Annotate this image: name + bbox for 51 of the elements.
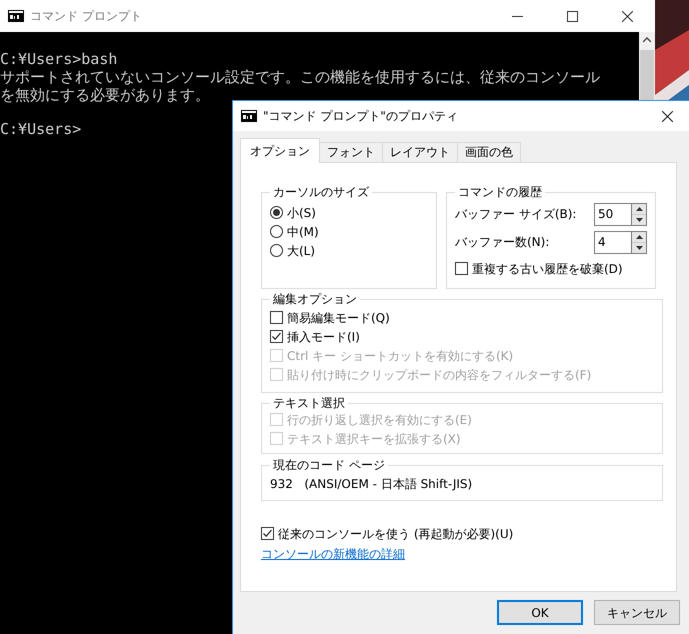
triangle-down-icon (636, 246, 642, 250)
close-icon (662, 110, 672, 122)
checkbox[interactable] (261, 527, 274, 540)
console-line: サポートされていないコンソール設定です。この機能を使用するには、従来のコンソール (0, 68, 600, 86)
chevron-up-icon (643, 37, 651, 43)
dialog-button[interactable]: OK (497, 600, 583, 625)
triangle-up-icon (636, 234, 642, 238)
number-field[interactable]: 50 (594, 202, 631, 226)
window-title: コマンド プロンプト (30, 8, 142, 25)
spin-down-button[interactable] (632, 242, 646, 252)
spin-buttons[interactable] (631, 230, 647, 254)
triangle-down-icon (636, 218, 642, 222)
close-icon (622, 10, 633, 22)
spin-up-button[interactable] (632, 232, 646, 242)
group-title: テキスト選択 (272, 396, 346, 410)
console-line: C:¥Users> (0, 119, 82, 138)
console-line: を無効にする必要があります。 (0, 86, 210, 104)
info-link[interactable]: コンソールの新機能の詳細 (261, 545, 405, 563)
checkbox-label[interactable]: 重複する古い履歴を破棄(D) (472, 260, 623, 278)
number-field[interactable]: 4 (594, 230, 631, 254)
checkbox-label[interactable]: 挿入モード(I) (287, 328, 360, 346)
dialog-button[interactable]: キャンセル (594, 600, 680, 625)
radio-label[interactable]: 中(M) (287, 222, 319, 240)
checkbox-label[interactable]: 従来のコンソールを使う (再起動が必要)(U) (278, 524, 514, 542)
group-title: 編集オプション (272, 292, 358, 306)
tab[interactable]: 画面の色 (457, 142, 521, 162)
spin-up-button[interactable] (632, 204, 646, 214)
group-title: コマンドの履歴 (457, 185, 543, 199)
group-title: 現在のコード ページ (272, 458, 386, 472)
field-label: バッファー サイズ(B): (455, 206, 576, 223)
radio-button[interactable] (270, 206, 283, 219)
radio-button[interactable] (270, 244, 283, 257)
tab[interactable]: オプション (240, 138, 320, 163)
radio-button[interactable] (270, 225, 283, 238)
console-icon (241, 110, 257, 122)
spin-down-button[interactable] (632, 214, 646, 224)
group-title: カーソルのサイズ (272, 185, 370, 199)
checkbox[interactable] (455, 262, 468, 275)
console-line: C:¥Users>bash (0, 50, 118, 68)
checkbox[interactable] (270, 330, 283, 343)
checkbox-label[interactable]: 簡易編集モード(Q) (287, 308, 390, 326)
code-page-value: 932 (ANSI/OEM - 日本語 Shift-JIS) (270, 476, 474, 493)
spin-buttons[interactable] (631, 202, 647, 226)
maximize-icon (567, 10, 578, 22)
radio-label[interactable]: 大(L) (287, 242, 316, 260)
console-icon (8, 10, 24, 22)
checkbox[interactable] (270, 311, 283, 324)
field-label: バッファー数(N): (455, 234, 550, 251)
dialog-title: "コマンド プロンプト"のプロパティ (263, 108, 458, 125)
radio-label[interactable]: 小(S) (287, 204, 316, 222)
triangle-up-icon (636, 206, 642, 210)
